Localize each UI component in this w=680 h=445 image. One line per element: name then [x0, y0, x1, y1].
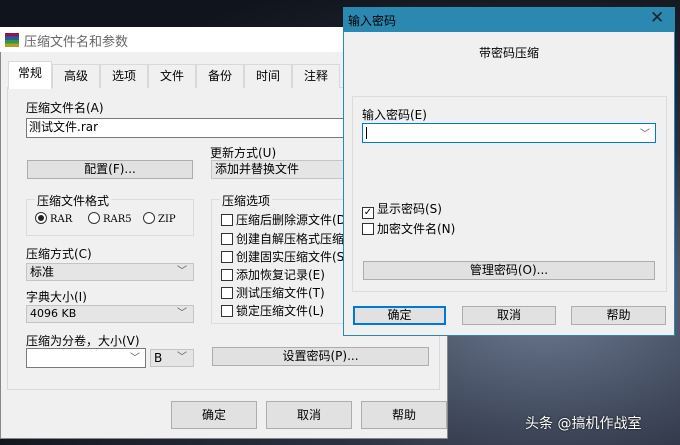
option-label: 添加恢复记录(E) — [236, 268, 325, 282]
help-button[interactable]: 帮助 — [361, 401, 447, 429]
chevron-down-icon[interactable]: ﹀ — [640, 125, 650, 140]
profiles-button[interactable]: 配置(F)... — [27, 160, 193, 179]
option-sfx[interactable]: 创建自解压格式压缩文件(X) — [221, 230, 345, 247]
option-label: 锁定压缩文件(L) — [236, 304, 325, 318]
chevron-down-icon: ﹀ — [177, 266, 187, 277]
method-label: 压缩方式(C) — [26, 247, 92, 261]
radio-zip[interactable]: ZIP — [143, 211, 176, 225]
checkbox — [221, 269, 233, 281]
dict-value: 4096 KB — [30, 307, 77, 320]
radio-rar-circle — [35, 212, 47, 224]
chevron-down-icon: ﹀ — [177, 352, 187, 363]
tab-advanced[interactable]: 高级 — [52, 64, 100, 88]
password-ok-button[interactable]: 确定 — [353, 306, 446, 325]
password-label: 输入密码(E) — [362, 108, 427, 122]
option-label: 压缩后删除源文件(D) — [236, 213, 345, 227]
checkmark-icon: ✓ — [362, 207, 374, 219]
split-unit-value: B — [154, 351, 163, 365]
tab-time[interactable]: 时间 — [244, 64, 292, 88]
split-label: 压缩为分卷，大小(V) — [26, 334, 140, 348]
radio-rar5-label: RAR5 — [103, 214, 132, 225]
checkbox — [221, 233, 233, 245]
archive-name-input[interactable]: 测试文件.rar — [26, 118, 356, 138]
option-recovery[interactable]: 添加恢复记录(E) — [221, 266, 345, 283]
checkbox — [221, 214, 233, 226]
password-help-button[interactable]: 帮助 — [571, 306, 666, 325]
chevron-down-icon: ﹀ — [177, 308, 187, 319]
radio-rar-label: RAR — [50, 214, 73, 225]
tab-options[interactable]: 选项 — [100, 64, 148, 88]
archive-name-label: 压缩文件名(A) — [26, 101, 104, 115]
tab-files[interactable]: 文件 — [148, 64, 196, 88]
manage-passwords-button[interactable]: 管理密码(O)... — [363, 261, 655, 280]
archive-dialog-title: 压缩文件名和参数 — [24, 35, 129, 50]
tab-backup[interactable]: 备份 — [196, 64, 244, 88]
tab-general[interactable]: 常规 — [8, 61, 52, 89]
format-group-label: 压缩文件格式 — [35, 192, 112, 209]
option-label: 创建自解压格式压缩文件(X) — [236, 232, 345, 246]
options-group-label: 压缩选项 — [220, 192, 273, 209]
tab-comment[interactable]: 注释 — [292, 64, 340, 88]
radio-zip-label: ZIP — [158, 214, 176, 225]
encrypt-names-checkbox[interactable]: 加密文件名(N) — [362, 220, 455, 237]
option-solid[interactable]: 创建固实压缩文件(S) — [221, 248, 345, 265]
show-password-checkbox[interactable]: ✓ 显示密码(S) — [362, 200, 442, 219]
show-password-label: 显示密码(S) — [377, 202, 442, 216]
ok-button[interactable]: 确定 — [171, 401, 257, 429]
password-input[interactable]: ﹀ — [362, 123, 656, 143]
chevron-down-icon: ﹀ — [130, 353, 140, 364]
encrypt-names-label: 加密文件名(N) — [377, 222, 456, 236]
option-lock[interactable]: 锁定压缩文件(L) — [221, 302, 345, 319]
checkbox — [221, 305, 233, 317]
split-size-combo[interactable]: ﹀ — [26, 348, 146, 368]
checkbox — [362, 223, 374, 235]
method-select[interactable]: 标准 ﹀ — [26, 263, 194, 281]
set-password-button[interactable]: 设置密码(P)... — [212, 347, 429, 366]
split-unit-select[interactable]: B ﹀ — [150, 349, 194, 367]
update-mode-label: 更新方式(U) — [210, 146, 277, 160]
option-label: 创建固实压缩文件(S) — [236, 250, 345, 264]
update-mode-select[interactable]: 添加并替换文件 — [211, 160, 351, 179]
dict-label: 字典大小(I) — [26, 290, 87, 304]
radio-zip-circle — [143, 212, 155, 224]
close-icon[interactable]: ✕ — [650, 8, 664, 28]
checkbox — [221, 287, 233, 299]
radio-rar5-circle — [88, 212, 100, 224]
option-test[interactable]: 测试压缩文件(T) — [221, 284, 345, 301]
radio-rar[interactable]: RAR — [35, 211, 72, 225]
option-label: 测试压缩文件(T) — [236, 286, 325, 300]
update-mode-value: 添加并替换文件 — [215, 162, 300, 176]
watermark: 头条 @搞机作战室 — [525, 416, 642, 432]
password-heading: 带密码压缩 — [478, 46, 539, 60]
password-cancel-button[interactable]: 取消 — [462, 306, 556, 325]
password-dialog-title: 输入密码 — [348, 14, 397, 28]
method-value: 标准 — [30, 265, 55, 279]
dict-select[interactable]: 4096 KB ﹀ — [26, 305, 194, 323]
cancel-button[interactable]: 取消 — [266, 401, 352, 429]
checkbox — [221, 251, 233, 263]
text-cursor — [366, 127, 367, 139]
option-delete-after[interactable]: 压缩后删除源文件(D) — [221, 211, 345, 228]
radio-rar5[interactable]: RAR5 — [88, 211, 132, 225]
winrar-icon — [5, 33, 19, 47]
